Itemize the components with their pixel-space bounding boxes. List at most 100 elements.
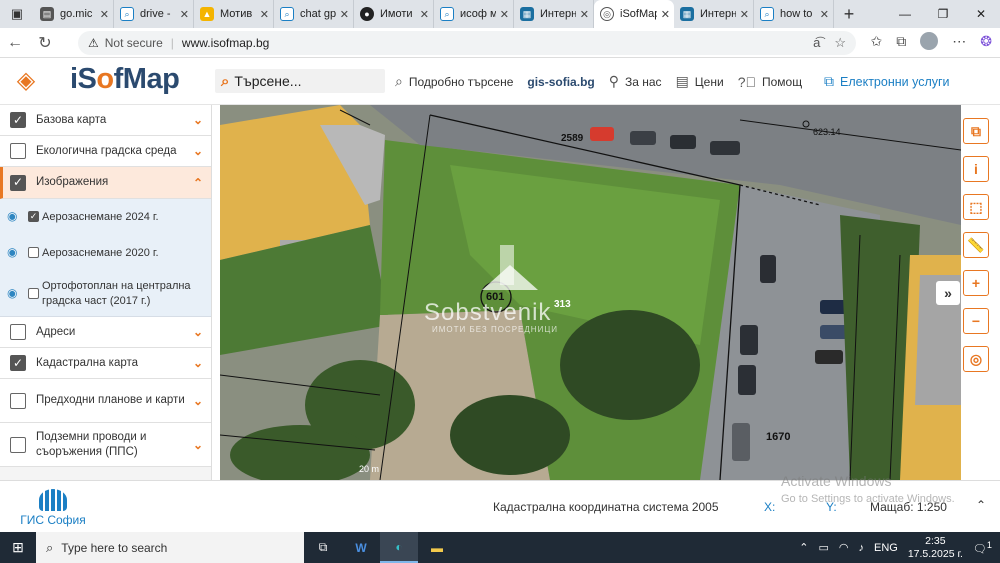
zoom-out-icon[interactable]: − (963, 308, 989, 334)
url-field[interactable]: ⚠ Not secure | www.isofmap.bg a͡ ☆ (78, 31, 856, 55)
edge-browser-icon[interactable]: ◐ (380, 532, 418, 563)
warning-icon[interactable]: ⚠ (88, 36, 99, 50)
chevron-up-icon[interactable]: ⌃ (193, 176, 203, 191)
zoom-in-icon[interactable]: + (963, 270, 989, 296)
layer-underground[interactable]: Подземни проводи и съоръжения (ППС) ⌄ (0, 423, 211, 467)
checkbox[interactable] (28, 287, 39, 299)
search-input[interactable]: ⌕ Търсене... (215, 69, 385, 93)
layer-previous-plans[interactable]: Предходни планове и карти ⌄ (0, 379, 211, 423)
locate-icon[interactable]: ◎ (963, 346, 989, 372)
tab-actions-icon[interactable]: ▣ (0, 0, 34, 28)
chevron-down-icon[interactable]: ⌄ (193, 356, 203, 371)
restore-icon[interactable]: ❐ (924, 0, 962, 28)
checkbox-checked[interactable]: ✓ (10, 174, 26, 191)
close-window-icon[interactable]: ✕ (962, 0, 1000, 28)
settings-more-icon[interactable]: ⋯ (952, 33, 966, 50)
browser-tab[interactable]: ▲ Мотив ✕ (194, 0, 274, 28)
checkbox[interactable] (10, 392, 26, 409)
sublayer-aerial-2024[interactable]: ◉ ✓ Аерозаснемане 2024 г. (0, 199, 211, 235)
tray-chevron-icon[interactable]: ⌃ (799, 541, 808, 554)
browser-tab[interactable]: ⌕ chat gp ✕ (274, 0, 354, 28)
windows-start-icon[interactable]: ⊞ (0, 539, 36, 556)
help-link[interactable]: ?⃝ Помощ (738, 74, 802, 90)
checkbox[interactable] (10, 143, 26, 159)
isofmap-logo[interactable]: iSofMap (70, 63, 180, 96)
eservices-link[interactable]: ⧉ Електронни услуги (824, 73, 950, 90)
close-tab-icon[interactable]: ✕ (420, 8, 429, 21)
clock[interactable]: 2:35 17.5.2025 г. (908, 535, 963, 561)
chevron-down-icon[interactable]: ⌄ (193, 438, 203, 453)
browser-tab[interactable]: ▤ go.mic ✕ (34, 0, 114, 28)
chevron-down-icon[interactable]: ⌄ (193, 325, 203, 340)
close-tab-icon[interactable]: ✕ (180, 8, 189, 21)
browser-tab[interactable]: ▦ Интерн ✕ (514, 0, 594, 28)
select-area-icon[interactable]: ⬚ (963, 194, 989, 220)
about-link[interactable]: ⚲ За нас (609, 73, 662, 90)
back-icon[interactable]: ← (0, 34, 30, 52)
browser-tab[interactable]: ▦ Интерн ✕ (674, 0, 754, 28)
close-tab-icon[interactable]: ✕ (340, 8, 349, 21)
language-indicator[interactable]: ENG (874, 542, 898, 554)
layer-images[interactable]: ✓ Изображения ⌃ (0, 167, 211, 199)
sublayer-aerial-2020[interactable]: ◉ Аерозаснемане 2020 г. (0, 235, 211, 271)
profile-avatar[interactable] (920, 32, 939, 50)
checkbox[interactable] (10, 324, 26, 340)
close-tab-icon[interactable]: ✕ (580, 8, 589, 21)
checkbox-checked[interactable]: ✓ (28, 211, 39, 222)
chevron-down-icon[interactable]: ⌄ (193, 144, 203, 159)
eye-icon[interactable]: ◉ (7, 245, 17, 260)
copilot-icon[interactable]: ❂ (980, 33, 992, 50)
reload-icon[interactable]: ↻ (30, 33, 60, 53)
browser-tab-active[interactable]: ◎ iSofMap ✕ (594, 0, 674, 28)
layer-eco[interactable]: Екологична градска среда ⌄ (0, 136, 211, 167)
battery-icon[interactable]: ▭ (818, 541, 828, 554)
ruler-icon[interactable]: 📏 (963, 232, 989, 258)
taskbar-search-input[interactable]: ⌕ Type here to search (36, 532, 304, 563)
wifi-icon[interactable]: ◠ (839, 541, 849, 554)
external-link-icon[interactable]: ⧉ (963, 118, 989, 144)
close-tab-icon[interactable]: ✕ (260, 8, 269, 21)
browser-tab[interactable]: ⌕ drive - ✕ (114, 0, 194, 28)
coordinate-system[interactable]: Кадастрална координатна система 2005 (493, 500, 719, 514)
close-tab-icon[interactable]: ✕ (740, 8, 749, 21)
layer-cadastral[interactable]: ✓ Кадастрална карта ⌄ (0, 348, 211, 379)
sublayer-ortho-2017[interactable]: ◉ Ортофотоплан на централна градска част… (0, 271, 211, 317)
notifications-icon[interactable]: 🗨1 (973, 540, 992, 556)
close-tab-icon[interactable]: ✕ (500, 8, 509, 21)
minimize-icon[interactable]: — (886, 0, 924, 28)
eye-icon[interactable]: ◉ (7, 286, 17, 301)
close-tab-icon[interactable]: ✕ (820, 8, 829, 21)
chevron-down-icon[interactable]: ⌄ (193, 394, 203, 409)
layers-icon[interactable]: ◈ (12, 67, 40, 95)
prices-link[interactable]: ▤ Цени (676, 73, 724, 90)
task-view-icon[interactable]: ⧉ (304, 532, 342, 563)
read-aloud-icon[interactable]: a͡ (813, 35, 820, 51)
checkbox-checked[interactable]: ✓ (10, 112, 26, 128)
map-view[interactable]: 2589 623.14 601 313 1670 20 m Sobstvenik… (220, 105, 961, 480)
favorites-icon[interactable]: ✩ (871, 33, 883, 50)
detailed-search-link[interactable]: ⌕ Подробно търсене (395, 73, 513, 90)
new-tab-button[interactable]: + (834, 4, 864, 25)
checkbox[interactable] (28, 247, 39, 258)
eye-icon[interactable]: ◉ (7, 209, 17, 224)
word-app-icon[interactable]: W (342, 532, 380, 563)
collections-icon[interactable]: ⧉ (896, 33, 906, 50)
checkbox[interactable] (10, 436, 26, 453)
file-explorer-icon[interactable]: ▬ (418, 532, 456, 563)
close-tab-icon[interactable]: ✕ (661, 8, 670, 21)
browser-tab[interactable]: ⌕ how to ✕ (754, 0, 834, 28)
gis-sofia-logo[interactable]: ГИС София (18, 489, 88, 529)
browser-tab[interactable]: ⌕ исоф м ✕ (434, 0, 514, 28)
browser-tab[interactable]: ● Имоти ✕ (354, 0, 434, 28)
checkbox-checked[interactable]: ✓ (10, 355, 26, 371)
gis-sofia-link[interactable]: gis-sofia.bg (527, 75, 594, 89)
chevron-up-icon[interactable]: ⌃ (976, 498, 986, 512)
volume-icon[interactable]: ♪ (858, 542, 864, 554)
info-icon[interactable]: i (963, 156, 989, 182)
close-tab-icon[interactable]: ✕ (100, 8, 109, 21)
chevron-down-icon[interactable]: ⌄ (193, 113, 203, 128)
layer-addresses[interactable]: Адреси ⌄ (0, 317, 211, 348)
favorite-star-icon[interactable]: ☆ (834, 35, 846, 51)
layer-base-map[interactable]: ✓ Базова карта ⌄ (0, 105, 211, 136)
expand-panel-button[interactable]: » (936, 281, 960, 305)
